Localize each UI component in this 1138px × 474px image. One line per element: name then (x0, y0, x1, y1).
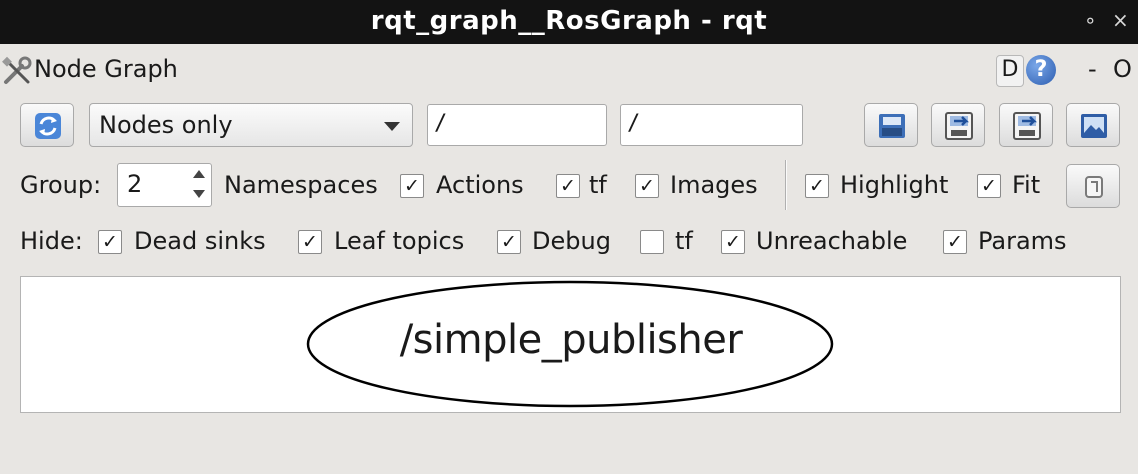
params-checkbox[interactable]: ✓ (943, 230, 967, 254)
group-label: Group: (20, 171, 102, 199)
toolbar-separator (785, 160, 787, 210)
tf-hide-checkbox[interactable] (640, 230, 664, 254)
dead-sinks-checkbox[interactable]: ✓ (98, 230, 122, 254)
close-panel-button[interactable]: O (1113, 55, 1132, 83)
graph-canvas[interactable]: /simple_publisher (20, 276, 1121, 413)
namespaces-checkbox[interactable]: ✓ (400, 174, 424, 198)
unreachable-checkbox[interactable]: ✓ (721, 230, 745, 254)
fit-in-view-button[interactable] (1066, 164, 1120, 208)
window-minimize-icon[interactable]: ∘ (1084, 8, 1097, 32)
tf-group-checkbox[interactable]: ✓ (635, 174, 659, 198)
chevron-down-icon (384, 122, 400, 131)
help-icon[interactable]: ? (1026, 55, 1056, 85)
node-filter-input[interactable]: / (427, 104, 607, 146)
graph-type-value: Nodes only (99, 111, 233, 139)
save-dot-icon (945, 112, 973, 140)
namespaces-label: Namespaces (224, 171, 378, 199)
fit-label: Fit (1012, 171, 1041, 199)
unreachable-label: Unreachable (756, 227, 908, 255)
actions-checkbox[interactable]: ✓ (556, 174, 580, 198)
images-label: Images (670, 171, 758, 199)
leaf-topics-checkbox[interactable]: ✓ (298, 230, 322, 254)
image-icon (1081, 114, 1107, 138)
save-svg-icon (1013, 112, 1041, 140)
refresh-button[interactable] (20, 103, 74, 147)
save-svg-button[interactable] (999, 103, 1053, 147)
params-label: Params (978, 227, 1067, 255)
topic-filter-input[interactable]: / (620, 104, 803, 146)
fit-view-icon (1085, 176, 1103, 198)
dock-button[interactable]: D (996, 55, 1024, 87)
actions-label: Actions (436, 171, 524, 199)
window-title: rqt_graph__RosGraph - rqt (370, 6, 768, 36)
window-titlebar[interactable]: rqt_graph__RosGraph - rqt ∘ × (0, 0, 1138, 44)
refresh-icon (35, 113, 61, 139)
graph-type-select[interactable]: Nodes only (89, 103, 413, 147)
folder-icon (879, 114, 905, 138)
highlight-checkbox[interactable]: ✓ (805, 174, 829, 198)
debug-checkbox[interactable]: ✓ (497, 230, 521, 254)
save-dot-button[interactable] (931, 103, 985, 147)
dead-sinks-label: Dead sinks (134, 227, 266, 255)
fit-checkbox[interactable]: ✓ (977, 174, 1001, 198)
group-spinbox[interactable]: 2 (117, 163, 212, 207)
spin-up-icon[interactable] (193, 170, 205, 178)
group-value: 2 (127, 170, 143, 198)
highlight-label: Highlight (840, 171, 949, 199)
tf-group-label: tf (589, 171, 607, 199)
tf-hide-label: tf (675, 227, 693, 255)
node-label[interactable]: /simple_publisher (311, 317, 831, 363)
minimize-panel-button[interactable]: - (1088, 55, 1097, 83)
wrench-screwdriver-icon (2, 56, 32, 84)
window-close-icon[interactable]: × (1112, 8, 1129, 32)
debug-label: Debug (532, 227, 611, 255)
leaf-topics-label: Leaf topics (334, 227, 465, 255)
hide-label: Hide: (20, 227, 83, 255)
spin-down-icon[interactable] (193, 190, 205, 198)
panel-title: Node Graph (34, 55, 178, 83)
load-dot-button[interactable] (864, 103, 918, 147)
save-image-button[interactable] (1066, 103, 1120, 147)
